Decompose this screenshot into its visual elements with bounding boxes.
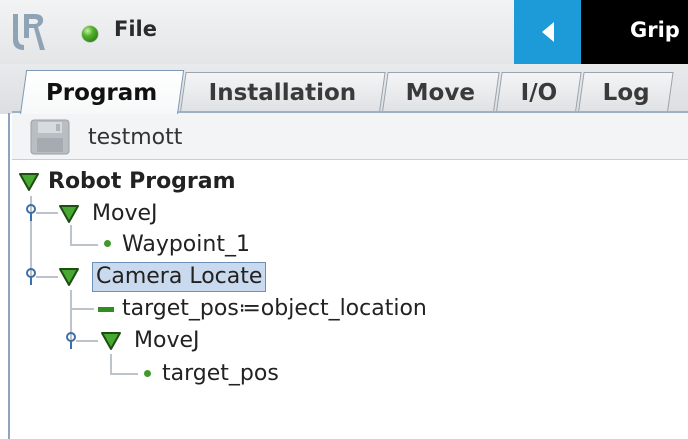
collapse-toggle-icon[interactable] [26,204,36,222]
tree-node-movej[interactable]: MoveJ [134,327,199,355]
robot-status-icon[interactable] [82,26,98,42]
tab-installation[interactable]: Installation [180,72,386,112]
program-name: testmott [88,125,183,150]
arrow-left-icon [541,22,554,42]
tab-program[interactable]: Program [20,70,185,114]
tree-connector [110,373,138,375]
file-menu[interactable]: File [114,17,157,41]
tree-connector [110,354,112,374]
tab-label: Program [46,79,158,106]
expanded-triangle-icon[interactable] [18,171,40,193]
program-title: Grip [630,18,680,42]
tree-connector [36,212,58,214]
program-title-bar: Grip [581,0,688,64]
tree-node-assignment[interactable]: target_pos≔object_location [122,295,427,323]
tab-move[interactable]: Move [382,72,500,112]
waypoint-icon [104,240,111,247]
expanded-triangle-icon[interactable] [100,330,122,352]
tree-node-waypoint[interactable]: Waypoint_1 [122,231,250,259]
panel-border [8,113,10,439]
back-button[interactable] [514,0,581,64]
tree-node-movej[interactable]: MoveJ [92,200,157,228]
tree-connector [36,276,58,278]
tab-label: Log [602,79,650,106]
save-icon[interactable] [30,119,70,155]
tree-connector [76,340,98,342]
tree-connector [70,225,72,245]
expanded-triangle-icon[interactable] [58,203,80,225]
ur-logo-icon [13,14,45,50]
expanded-triangle-icon[interactable] [58,266,80,288]
tree-connector [70,308,94,310]
tree-node-robot-program[interactable]: Robot Program [48,168,236,196]
top-toolbar: File Grip [0,0,688,64]
tab-label: Move [406,79,476,106]
assignment-icon [98,307,114,312]
waypoint-icon [144,370,151,377]
tree-node-camera-locate[interactable]: Camera Locate [92,262,267,292]
collapse-toggle-icon[interactable] [66,332,76,350]
tab-log[interactable]: Log [578,72,674,112]
tree-node-waypoint[interactable]: target_pos [162,360,279,388]
collapse-toggle-icon[interactable] [26,268,36,286]
tab-label: I/O [520,79,557,106]
tab-io[interactable]: I/O [496,72,582,112]
tab-label: Installation [208,79,357,106]
tree-connector [70,244,98,246]
